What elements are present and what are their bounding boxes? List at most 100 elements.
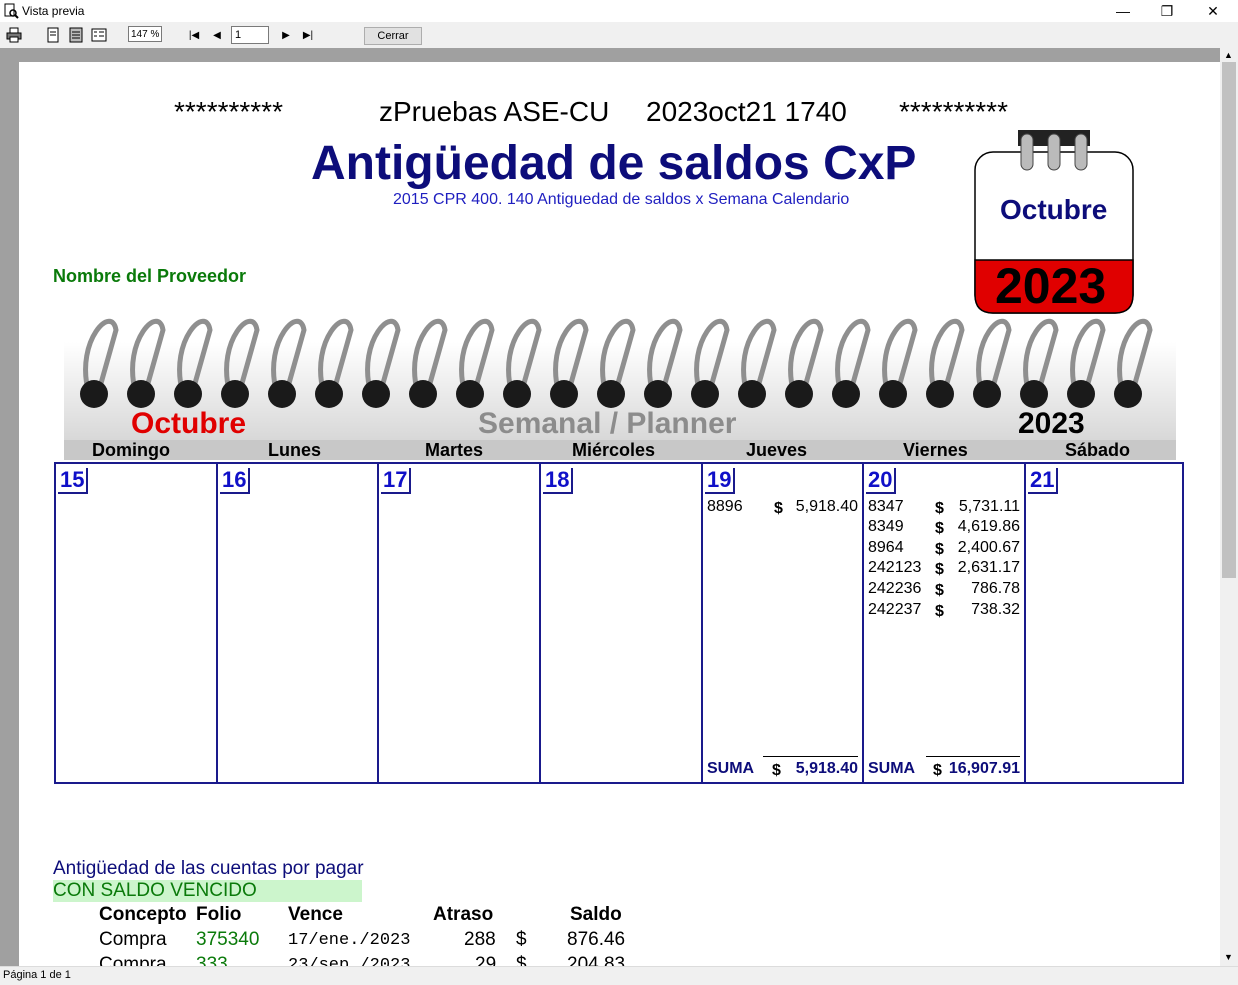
row-folio: 333 [196, 954, 228, 966]
day-cell-20: 20 8347 $ 5,731.11 8349 $ 4,619.86 8964 … [864, 464, 1026, 782]
row-atraso: 29 [475, 954, 497, 966]
scrollbar-thumb[interactable] [1222, 62, 1236, 578]
day-number: 17 [381, 468, 412, 494]
spiral-hole [926, 380, 954, 408]
report-subtitle: 2015 CPR 400. 140 Antiguedad de saldos x… [393, 191, 850, 208]
spiral-hole [1114, 380, 1142, 408]
print-button[interactable] [4, 27, 24, 43]
scroll-down-icon[interactable]: ▼ [1224, 952, 1233, 962]
entry-currency: $ [935, 500, 944, 517]
spiral-hole [456, 380, 484, 408]
col-header-concepto: Concepto [99, 904, 187, 925]
day-number: 21 [1028, 468, 1059, 494]
prev-page-button[interactable]: ◀ [209, 27, 225, 43]
spiral-hole [1067, 380, 1095, 408]
row-concepto: Compra [99, 929, 167, 950]
stars-left: ********** [174, 96, 283, 127]
spiral-hole [268, 380, 296, 408]
entry-currency: $ [935, 582, 944, 599]
window-titlebar: Vista previa — ❐ ✕ [0, 0, 1238, 22]
page-width-icon [69, 27, 83, 43]
last-page-icon: ▶| [302, 29, 314, 41]
row-folio: 375340 [196, 929, 260, 950]
multi-page-icon [91, 28, 107, 42]
suma-currency: $ [933, 762, 942, 779]
scroll-up-icon[interactable]: ▲ [1224, 50, 1233, 60]
spiral-hole [691, 380, 719, 408]
entry-amount: 786.78 [971, 580, 1020, 597]
sum-rule [763, 756, 858, 757]
weekday-saturday: Sábado [1065, 440, 1131, 460]
col-header-folio: Folio [196, 904, 242, 925]
first-page-button[interactable]: |◀ [186, 27, 202, 43]
col-header-saldo: Saldo [570, 904, 622, 925]
vertical-scrollbar[interactable]: ▲ ▼ [1220, 48, 1238, 966]
entry-currency: $ [774, 500, 783, 517]
spiral-hole [550, 380, 578, 408]
one-page-button[interactable] [44, 27, 62, 43]
spiral-hole [785, 380, 813, 408]
entry-currency: $ [935, 541, 944, 558]
print-preview-icon [4, 3, 19, 19]
day-number: 20 [866, 468, 897, 494]
entry-amount: 5,918.40 [795, 498, 858, 515]
spiral-hole [1020, 380, 1048, 408]
suma-label: SUMA [707, 760, 755, 777]
calendar-icon-month: Octubre [1000, 194, 1108, 225]
planner-title: Semanal / Planner [478, 407, 737, 440]
company-name: zPruebas ASE-CU [379, 96, 610, 127]
zoom-input[interactable]: 147 % [128, 26, 162, 42]
planner-year: 2023 [1018, 407, 1085, 440]
day-cell-21: 21 [1026, 464, 1182, 782]
spiral-hole [973, 380, 1001, 408]
row-vence: 23/sep./2023 [288, 956, 411, 966]
row-concepto: Compra [99, 954, 167, 966]
multi-page-button[interactable] [90, 27, 108, 43]
aging-section-title: Antigüedad de las cuentas por pagar [53, 858, 364, 879]
day-number: 19 [705, 468, 736, 494]
calendar-icon: Octubre 2023 [974, 130, 1134, 314]
col-header-atraso: Atraso [433, 904, 494, 925]
day-number: 16 [220, 468, 251, 494]
suma-value: 5,918.40 [795, 760, 858, 777]
weekday-monday: Lunes [268, 440, 322, 460]
suma-value: 16,907.91 [948, 760, 1020, 777]
weekday-thursday: Jueves [746, 440, 808, 460]
single-page-icon [47, 27, 59, 43]
entry-folio: 242123 [868, 559, 922, 576]
entry-folio: 8349 [868, 518, 904, 535]
spiral-hole [644, 380, 672, 408]
provider-label: Nombre del Proveedor [53, 266, 247, 286]
row-saldo: 876.46 [567, 929, 626, 950]
entry-folio: 8964 [868, 539, 904, 556]
weekday-wednesday: Miércoles [572, 440, 656, 460]
page-width-button[interactable] [67, 27, 85, 43]
close-window-button[interactable]: ✕ [1190, 0, 1236, 22]
day-number: 18 [543, 468, 574, 494]
cerrar-button[interactable]: Cerrar [364, 27, 422, 45]
entry-folio: 242237 [868, 601, 922, 618]
page-number-input[interactable]: 1 [231, 26, 269, 44]
spiral-hole [221, 380, 249, 408]
prev-page-icon: ◀ [213, 29, 221, 41]
next-page-button[interactable]: ▶ [278, 27, 294, 43]
spiral-hole [738, 380, 766, 408]
minimize-button[interactable]: — [1100, 0, 1146, 22]
first-page-icon: |◀ [188, 29, 200, 41]
day-cell-19: 19 8896 $ 5,918.40 SUMA $ 5,918.40 [703, 464, 864, 782]
preview-toolbar: 147 % |◀ ◀ 1 ▶ ▶| Cerrar [0, 22, 1238, 48]
entry-folio: 8347 [868, 498, 904, 515]
entry-currency: $ [935, 520, 944, 537]
entry-folio: 242236 [868, 580, 922, 597]
report-page: ********** zPruebas ASE-CU 2023oct21 174… [19, 62, 1220, 966]
last-page-button[interactable]: ▶| [299, 27, 317, 43]
restore-button[interactable]: ❐ [1144, 0, 1190, 22]
planner-month: Octubre [131, 407, 247, 440]
preview-viewport: ********** zPruebas ASE-CU 2023oct21 174… [0, 48, 1220, 966]
spiral-hole [80, 380, 108, 408]
day-cell-18: 18 [541, 464, 703, 782]
report-title: Antigüedad de saldos CxP [311, 137, 917, 190]
weekday-tuesday: Martes [425, 440, 484, 460]
window-title: Vista previa [22, 4, 85, 18]
status-bar: Página 1 de 1 [0, 966, 1238, 985]
